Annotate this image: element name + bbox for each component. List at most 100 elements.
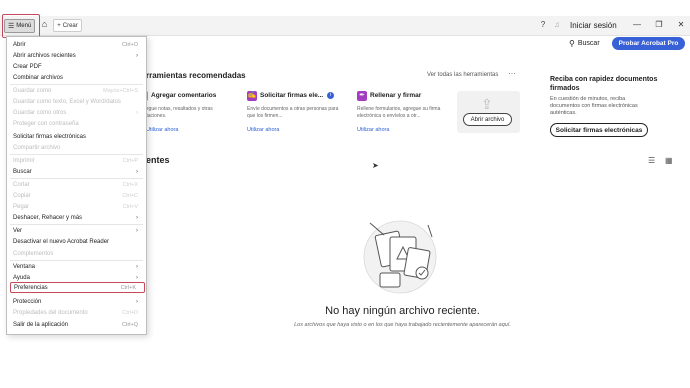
menu-item-create-pdf[interactable]: Crear PDF (7, 61, 146, 72)
search-icon: ⚲ (569, 39, 575, 48)
menu-item-print: Imprimir Ctrl+P (7, 155, 146, 166)
home-icon[interactable]: ⌂ (39, 19, 50, 31)
help-icon[interactable]: ? (538, 20, 548, 30)
menu-item-save-as-other: Guardar como otros › (7, 107, 146, 118)
menu-item-label: Buscar (13, 168, 32, 175)
top-gap (0, 0, 690, 16)
request-signatures-button[interactable]: Solicitar firmas electrónicas (550, 123, 648, 137)
tool-use-link[interactable]: Utilizar ahora (247, 127, 279, 133)
title-bar: ☰ Menú ⌂ + Crear ? ♫ Iniciar sesión — ❐ … (0, 16, 690, 36)
tool-desc: Agregue notas, resaltados y otras anotac… (138, 106, 213, 119)
menu-item-label: Copiar (13, 192, 31, 199)
menu-item-label: Salir de la aplicación (13, 321, 69, 328)
plus-icon: + (57, 22, 61, 29)
menu-item-save-as: Guardar como Mayús+Ctrl+S (7, 85, 146, 96)
menu-item-label: Preferencias (14, 284, 48, 291)
menu-item-shortcut: Ctrl+D (122, 309, 138, 316)
menu-item-label: Abrir (13, 41, 26, 48)
menu-item-disable-new-reader[interactable]: Desactivar el nuevo Acrobat Reader (7, 236, 146, 247)
recent-files-title: entes (146, 155, 170, 165)
menu-item-label: Ver (13, 227, 23, 234)
menu-item-window[interactable]: Ventana › (7, 261, 146, 272)
menu-item-label: Propiedades del documento (13, 309, 88, 316)
menu-item-search[interactable]: Buscar › (7, 166, 146, 177)
chevron-right-icon: › (136, 263, 138, 270)
menu-item-shortcut: Ctrl+O (121, 41, 138, 48)
search-button[interactable]: ⚲ Buscar (569, 39, 600, 48)
bell-icon[interactable]: ♫ (552, 20, 562, 30)
chevron-right-icon: › (136, 214, 138, 221)
main-menu-dropdown: Abrir Ctrl+O Abrir archivos recientes › Cr… (6, 36, 147, 335)
tool-desc: Envíe documentos a otras personas para q… (247, 106, 339, 119)
menu-item-label: Deshacer, Rehacer y más (13, 214, 83, 221)
close-icon[interactable]: ✕ (676, 20, 686, 29)
create-button[interactable]: + Crear (53, 19, 82, 32)
menu-item-label: Proteger con contraseña (13, 120, 79, 127)
sign-request-icon: ✍ (247, 91, 257, 101)
menu-item-label: Guardar como texto, Excel y Word/datos (13, 98, 121, 105)
menu-item-label: Protección (13, 298, 42, 305)
hamburger-icon: ☰ (8, 23, 15, 30)
menu-item-plugins: Complementos (7, 248, 146, 259)
menu-item-label: Combinar archivos (13, 74, 64, 81)
tool-title: Agregar comentarios (151, 92, 217, 99)
menu-item-shortcut: Ctrl+P (122, 157, 138, 164)
tool-title: Solicitar firmas ele... (260, 92, 324, 99)
see-all-tools-link[interactable]: Ver todas las herramientas (427, 72, 498, 78)
menu-item-preferences[interactable]: Preferencias Ctrl+K (10, 282, 145, 293)
promo-title: Reciba con rapidez documentos firmados (550, 76, 658, 92)
menu-item-undo-redo[interactable]: Deshacer, Rehacer y más › (7, 212, 146, 223)
recommended-tools-title: rramientas recomendadas (146, 71, 246, 80)
menu-item-password-protect: Proteger con contraseña (7, 118, 146, 129)
menu-item-shortcut: Mayús+Ctrl+S (103, 87, 138, 94)
tool-title: Rellenar y firmar (370, 92, 422, 99)
menu-item-view[interactable]: Ver › (7, 225, 146, 236)
menu-item-exit[interactable]: Salir de la aplicación Ctrl+Q (7, 319, 146, 330)
info-badge-icon: i (327, 92, 334, 99)
signin-button[interactable]: Iniciar sesión (570, 21, 617, 30)
create-button-label: Crear (62, 22, 78, 29)
menu-item-combine-files[interactable]: Combinar archivos (7, 72, 146, 83)
menu-button[interactable]: ☰ Menú (4, 19, 35, 33)
menu-item-label: Crear PDF (13, 63, 42, 70)
try-acrobat-pro-button[interactable]: Probar Acrobat Pro (612, 37, 685, 50)
tool-use-link[interactable]: Utilizar ahora (146, 127, 178, 133)
menu-item-shortcut: Ctrl+K (120, 284, 136, 291)
menu-item-label: Compartir archivo (13, 144, 61, 151)
grid-view-icon[interactable]: ▦ (665, 156, 673, 165)
upload-file-icon: ⇪ (481, 96, 493, 112)
chevron-right-icon: › (136, 168, 138, 175)
mouse-cursor-icon: ➤ (372, 161, 379, 170)
menu-item-request-signatures[interactable]: Solicitar firmas electrónicas (7, 131, 146, 142)
menu-item-document-properties: Propiedades del documento Ctrl+D (7, 307, 146, 318)
menu-item-label: Ventana (13, 263, 36, 270)
menu-item-label: Complementos (13, 250, 54, 257)
menu-item-label: Abrir archivos recientes (13, 52, 76, 59)
open-file-button[interactable]: Abrir archivo (463, 113, 512, 126)
menu-item-label: Guardar como otros (13, 109, 67, 116)
menu-item-shortcut: Ctrl+X (122, 181, 138, 188)
menu-item-open[interactable]: Abrir Ctrl+O (7, 39, 146, 50)
menu-item-label: Desactivar el nuevo Acrobat Reader (13, 238, 110, 245)
menu-item-label: Solicitar firmas electrónicas (13, 133, 87, 140)
tool-use-link[interactable]: Utilizar ahora (357, 127, 389, 133)
menu-item-label: Ayuda (13, 274, 30, 281)
chevron-right-icon: › (136, 52, 138, 59)
chevron-right-icon: › (136, 227, 138, 234)
menu-item-open-recent[interactable]: Abrir archivos recientes › (7, 50, 146, 61)
menu-item-save-as-text: Guardar como texto, Excel y Word/datos (7, 96, 146, 107)
chevron-right-icon: › (136, 298, 138, 305)
menu-item-label: Imprimir (13, 157, 35, 164)
menu-item-shortcut: Ctrl+V (122, 203, 138, 210)
menu-item-cut: Cortar Ctrl+X (7, 179, 146, 190)
maximize-icon[interactable]: ❐ (654, 20, 664, 29)
menu-item-paste: Pegar Ctrl+V (7, 201, 146, 212)
fill-sign-icon: ✒ (357, 91, 367, 101)
search-label: Buscar (577, 40, 600, 47)
more-options-icon[interactable]: ··· (508, 69, 516, 78)
menu-button-label: Menú (16, 23, 32, 29)
menu-item-label: Guardar como (13, 87, 52, 94)
minimize-icon[interactable]: — (632, 20, 642, 29)
menu-item-protection[interactable]: Protección › (7, 296, 146, 307)
list-view-icon[interactable]: ☰ (648, 156, 655, 165)
